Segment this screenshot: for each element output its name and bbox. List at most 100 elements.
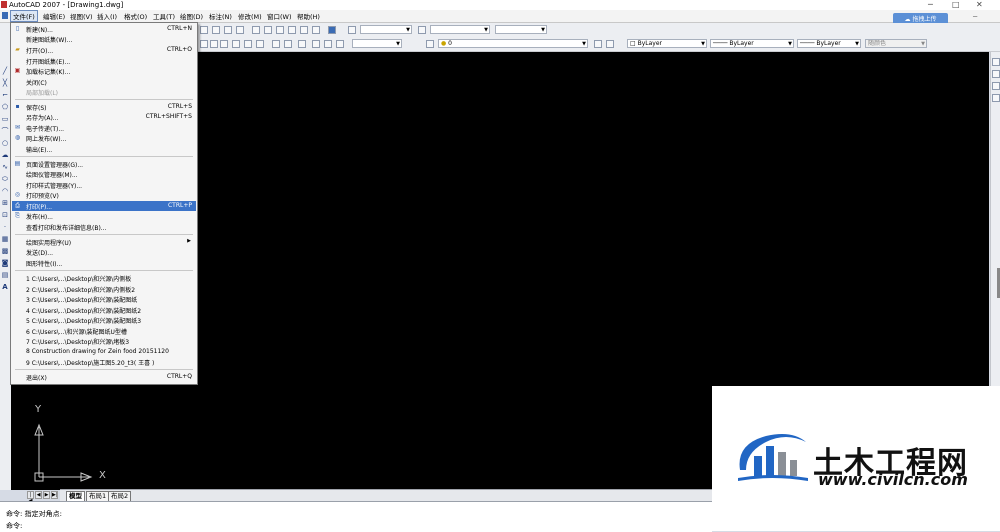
menu-item-etransmit[interactable]: ✉ 电子传递(T)... — [12, 123, 196, 133]
menu-item-publish[interactable]: ⎘ 发布(H)... — [12, 211, 196, 221]
menu-modify[interactable]: 修改(M) — [236, 11, 264, 21]
maximize-button[interactable]: □ — [952, 0, 960, 9]
recent-file-item[interactable]: 3 C:\Users\...\Desktop\和兴源\装配图纸 — [12, 294, 196, 304]
text-style-dropdown[interactable]: ▼ — [360, 25, 412, 34]
toolbar-button[interactable] — [232, 40, 240, 48]
ellipse-arc-icon[interactable]: ◠ — [1, 188, 9, 195]
toolbar-button[interactable] — [224, 26, 232, 34]
point-icon[interactable]: · — [1, 224, 9, 231]
toolbar-button[interactable] — [312, 40, 320, 48]
toolbar-button[interactable] — [264, 26, 272, 34]
toolbar-button[interactable] — [336, 40, 344, 48]
menu-item-plot[interactable]: ⎙ 打印(P)... CTRL+P — [12, 201, 196, 211]
layer-previous-icon[interactable] — [606, 40, 614, 48]
rectangle-icon[interactable]: ▭ — [1, 116, 9, 123]
menu-view[interactable]: 视图(V) — [68, 11, 95, 21]
toolbar-button[interactable] — [992, 58, 1000, 66]
layer-manager-icon[interactable] — [426, 40, 434, 48]
menu-insert[interactable]: 插入(I) — [95, 11, 119, 21]
toolbar-button[interactable] — [244, 40, 252, 48]
plotstyle-dropdown[interactable]: 随颜色 ▼ — [865, 39, 927, 48]
menu-tools[interactable]: 工具(T) — [151, 11, 177, 21]
hatch-icon[interactable]: ▦ — [1, 236, 9, 243]
toolbar-button[interactable] — [200, 26, 208, 34]
menu-item-send[interactable]: 发送(D)... — [12, 247, 196, 257]
dim-style-dropdown[interactable]: ▼ — [430, 25, 490, 34]
toolbar-button[interactable] — [256, 40, 264, 48]
toolbar-button[interactable] — [324, 40, 332, 48]
insert-block-icon[interactable]: ⊞ — [1, 200, 9, 207]
menu-item-plot-preview[interactable]: ◎ 打印预览(V) — [12, 190, 196, 200]
layer-dropdown[interactable]: ● 0 ▼ — [438, 39, 588, 48]
polyline-icon[interactable]: ⌐ — [1, 92, 9, 99]
table-style-dropdown[interactable]: ▼ — [495, 25, 547, 34]
tab-last-button[interactable]: ▶| — [51, 491, 58, 499]
polygon-icon[interactable]: ⬠ — [1, 104, 9, 111]
arc-icon[interactable]: ⌒ — [1, 128, 9, 135]
table-icon[interactable]: ▤ — [1, 272, 9, 279]
menu-dimension[interactable]: 标注(N) — [207, 11, 234, 21]
menu-item-load-markup[interactable]: ▣ 加载标记集(K)... — [12, 66, 196, 76]
toolbar-button[interactable] — [236, 26, 244, 34]
color-dropdown[interactable]: □ ByLayer ▼ — [627, 39, 707, 48]
toolbar-button[interactable] — [212, 26, 220, 34]
gradient-icon[interactable]: ▩ — [1, 248, 9, 255]
recent-file-item[interactable]: 9 C:\Users\...\Desktop\施工图5.20_t3( 王喜 ) — [12, 357, 196, 367]
menu-help[interactable]: 帮助(H) — [295, 11, 322, 21]
toolbar-button[interactable] — [298, 40, 306, 48]
line-icon[interactable]: ╱ — [1, 68, 9, 75]
menu-item-plotstyle-manager[interactable]: 打印样式管理器(Y)... — [12, 180, 196, 190]
menu-item-new-sheetset[interactable]: 新建图纸集(W)... — [12, 34, 196, 44]
menu-item-close[interactable]: 关闭(C) — [12, 77, 196, 87]
minimize-button[interactable]: ─ — [928, 0, 933, 9]
menu-item-plot-details[interactable]: 查看打印和发布详细信息(B)... — [12, 222, 196, 232]
toolbar-button[interactable] — [284, 40, 292, 48]
linetype-dropdown[interactable]: ──── ByLayer ▼ — [710, 39, 794, 48]
menu-item-plotter-manager[interactable]: 绘图仪管理器(M)... — [12, 169, 196, 179]
menu-file[interactable]: 文件(F) — [10, 10, 38, 22]
region-icon[interactable]: ◙ — [1, 260, 9, 267]
recent-file-item[interactable]: 1 C:\Users\...\Desktop\和兴源\内侧板 — [12, 273, 196, 283]
revcloud-icon[interactable]: ☁ — [1, 152, 9, 159]
menu-item-exit[interactable]: 退出(X) CTRL+Q — [12, 372, 196, 382]
menu-edit[interactable]: 编辑(E) — [41, 11, 67, 21]
recent-file-item[interactable]: 5 C:\Users\...\Desktop\和兴源\装配图纸3 — [12, 315, 196, 325]
recent-file-item[interactable]: 6 C:\Users\...\和兴源\装配图纸U型槽 — [12, 326, 196, 336]
lineweight-dropdown[interactable]: ──── ByLayer ▼ — [797, 39, 861, 48]
text-style-icon[interactable] — [348, 26, 356, 34]
menu-item-page-setup[interactable]: ▤ 页面设置管理器(G)... — [12, 159, 196, 169]
minimize-small-icon[interactable]: ─ — [973, 13, 977, 21]
toolbar-button[interactable] — [252, 26, 260, 34]
toolbar-button[interactable] — [210, 40, 218, 48]
dim-style-icon[interactable] — [418, 26, 426, 34]
menu-item-open[interactable]: ▰ 打开(O)... CTRL+O — [12, 45, 196, 55]
xline-icon[interactable]: ╳ — [1, 80, 9, 87]
ellipse-icon[interactable]: ⬭ — [1, 176, 9, 183]
menu-item-save[interactable]: ▪ 保存(S) CTRL+S — [12, 102, 196, 112]
dim-style-combo[interactable]: ▼ — [352, 39, 402, 48]
toolbar-button[interactable] — [992, 70, 1000, 78]
command-window[interactable]: 命令: 指定对角点: 命令: — [0, 501, 712, 532]
tab-first-button[interactable]: |◀ — [27, 491, 34, 504]
make-block-icon[interactable]: ⊡ — [1, 212, 9, 219]
spline-icon[interactable]: ∿ — [1, 164, 9, 171]
toolbar-button[interactable] — [992, 94, 1000, 102]
recent-file-item[interactable]: 2 C:\Users\...\Desktop\和兴源\内侧板2 — [12, 284, 196, 294]
menu-window[interactable]: 窗口(W) — [265, 11, 294, 21]
menu-item-new[interactable]: ▯ 新建(N)... CTRL+N — [12, 24, 196, 34]
toolbar-button[interactable] — [312, 26, 320, 34]
menu-format[interactable]: 格式(O) — [122, 11, 149, 21]
toolbar-button[interactable] — [276, 26, 284, 34]
circle-icon[interactable]: ○ — [1, 140, 9, 147]
menu-item-publish-web[interactable]: ◍ 网上发布(W)... — [12, 133, 196, 143]
toolbar-button[interactable] — [992, 82, 1000, 90]
toolbar-button[interactable] — [220, 40, 228, 48]
menu-item-save-as[interactable]: 另存为(A)... CTRL+SHIFT+S — [12, 112, 196, 122]
close-button[interactable]: ✕ — [976, 0, 983, 9]
menu-item-drawing-properties[interactable]: 图形特性(I)... — [12, 258, 196, 268]
command-prompt[interactable]: 命令: — [6, 521, 22, 531]
recent-file-item[interactable]: 4 C:\Users\...\Desktop\和兴源\装配图纸2 — [12, 305, 196, 315]
menu-item-drawing-utilities[interactable]: 绘图实用程序(U) ▶ — [12, 237, 196, 247]
toolbar-button[interactable] — [300, 26, 308, 34]
recent-file-item[interactable]: 7 C:\Users\...\Desktop\和兴源\堵板3 — [12, 336, 196, 346]
